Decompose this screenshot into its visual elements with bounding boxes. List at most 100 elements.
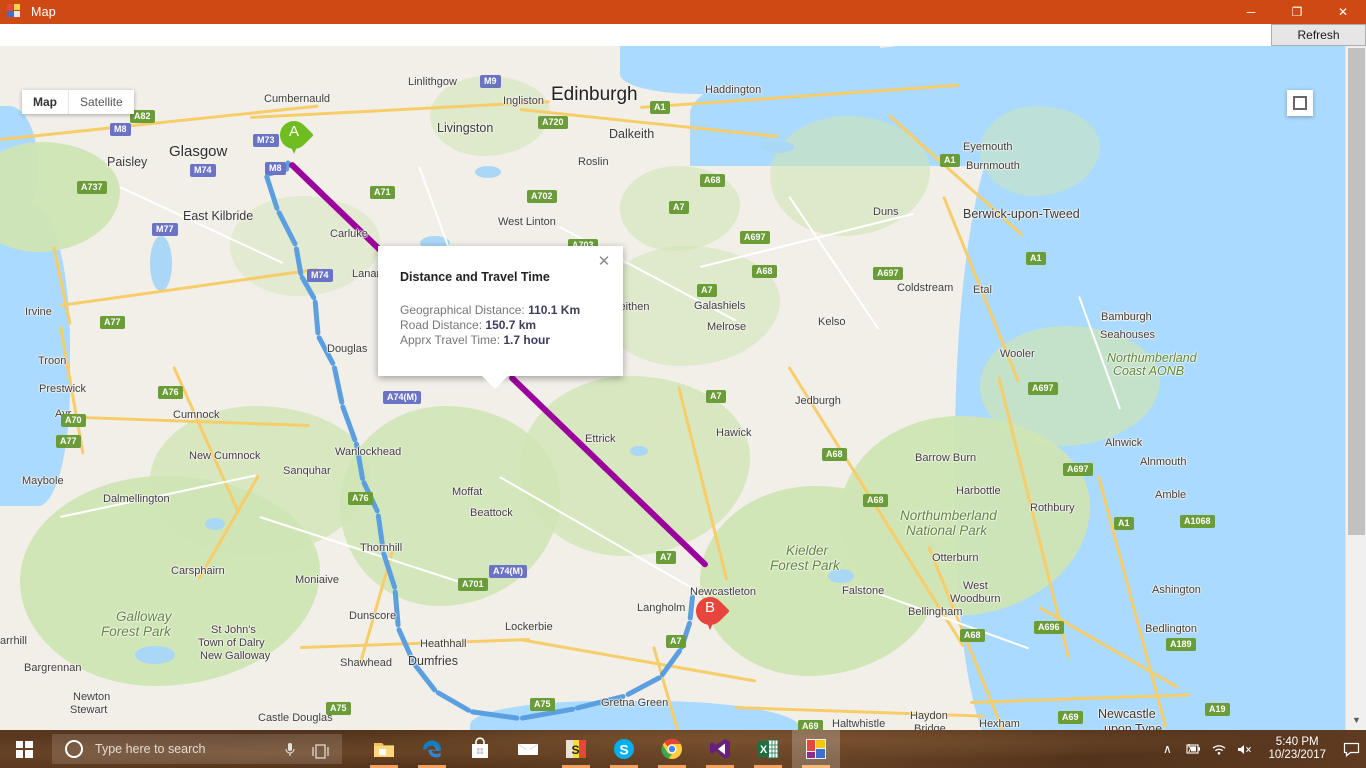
map-place-label: Harbottle [956, 485, 1001, 497]
map-place-label: Duns [873, 206, 899, 218]
route-shield: A74(M) [383, 391, 422, 404]
minimize-button[interactable]: ─ [1228, 0, 1274, 24]
marker-b-label: B [704, 599, 715, 616]
clock[interactable]: 5:40 PM 10/23/2017 [1258, 736, 1336, 762]
taskbar-app-mail[interactable] [504, 730, 552, 768]
map-place-label: Town of Dalry [198, 637, 265, 649]
map-place-label: Moniaive [295, 574, 340, 586]
notification-icon[interactable] [1336, 730, 1366, 768]
info-row: Geographical Distance: 110.1 Km [400, 303, 580, 318]
info-row-value: 1.7 hour [503, 333, 551, 347]
route-shield: A7 [669, 201, 689, 214]
route-shield: A697 [740, 231, 770, 244]
taskbar-app-google-chrome[interactable] [648, 730, 696, 768]
start-button[interactable] [0, 730, 48, 768]
map-place-label: West Linton [498, 216, 556, 228]
route-shield: M77 [152, 223, 178, 236]
route-shield: A77 [100, 316, 125, 329]
map-place-label: Hawick [716, 427, 752, 439]
map-place-label: Jedburgh [795, 395, 841, 407]
folder-icon [374, 743, 394, 757]
task-view-icon[interactable] [311, 744, 330, 759]
taskbar-app-buttons: S S X [360, 730, 840, 768]
scrollbar-thumb[interactable] [1348, 48, 1365, 535]
close-button[interactable]: ✕ [1320, 0, 1366, 24]
map-place-label: Wooler [1000, 348, 1035, 360]
map-place-label: Carluke [330, 228, 368, 240]
cortana-circle-icon [65, 740, 83, 758]
visual-studio-icon [710, 739, 730, 759]
route-shield: A697 [1028, 382, 1058, 395]
maximize-button[interactable]: ❐ [1274, 0, 1320, 24]
map-place-label: Bamburgh [1101, 311, 1152, 323]
map-place-label: Newcastle [1098, 707, 1156, 721]
taskbar-app-excel[interactable]: X [744, 730, 792, 768]
map-place-label: Forest Park [770, 558, 840, 573]
map-type-map[interactable]: Map [22, 90, 68, 114]
map-place-label: Seahouses [1100, 329, 1156, 341]
route-shield: A77 [56, 435, 81, 448]
route-shield: M74 [307, 269, 333, 282]
close-icon[interactable]: ✕ [596, 254, 612, 270]
taskbar-app-microsoft-edge[interactable] [408, 730, 456, 768]
taskbar-app-sticky-notes[interactable]: S [552, 730, 600, 768]
marker-a[interactable]: A [274, 115, 314, 161]
refresh-button[interactable]: Refresh [1271, 24, 1366, 46]
map-place-label: Linlithgow [408, 76, 457, 88]
map-place-label: Edinburgh [551, 84, 638, 105]
map-place-label: Bedlington [1145, 623, 1197, 635]
route-shield: M74 [190, 164, 216, 177]
taskbar-app-skype[interactable]: S [600, 730, 648, 768]
taskbar-app-microsoft-store[interactable] [456, 730, 504, 768]
map-place-label: arrhill [0, 635, 27, 647]
map-place-label: Irvine [25, 306, 52, 318]
microphone-icon[interactable] [283, 742, 297, 758]
route-shield: A70 [61, 414, 86, 427]
scroll-down-arrow-icon[interactable]: ▼ [1346, 710, 1366, 730]
map-place-label: Thornhill [360, 542, 403, 554]
map-app-icon [7, 4, 23, 20]
marker-b[interactable]: B [690, 591, 730, 637]
search-input[interactable]: Type here to search [52, 734, 342, 764]
map-place-label: Gretna Green [601, 697, 669, 709]
map-place-label: Livingston [437, 121, 494, 135]
route-shield: A68 [752, 265, 777, 278]
toolbar-strip [0, 24, 1271, 46]
map-place-label: Barrow Burn [915, 452, 977, 464]
map-place-label: Glasgow [169, 143, 228, 160]
tray-chevron-icon[interactable]: ∧ [1154, 730, 1180, 768]
map-place-label: Falstone [842, 585, 885, 597]
map-place-label: Melrose [707, 321, 747, 333]
fullscreen-icon[interactable] [1287, 90, 1313, 116]
taskbar-app-file-explorer[interactable] [360, 730, 408, 768]
wifi-icon[interactable] [1206, 730, 1232, 768]
battery-icon[interactable] [1180, 730, 1206, 768]
route-shield: A1068 [1180, 515, 1215, 528]
map-place-label: Shawhead [340, 657, 392, 669]
map-viewport[interactable]: A B Cumbernauld Linlithgow Ingliston Edinbu… [0, 46, 1345, 730]
map-place-label: Haltwhistle [832, 718, 886, 730]
edge-icon [423, 740, 441, 758]
map-type-control[interactable]: Map Satellite [22, 90, 134, 114]
route-shield: A76 [348, 492, 373, 505]
map-place-label: Prestwick [39, 383, 87, 395]
map-place-label: Newton [73, 691, 111, 703]
route-shield: A19 [1205, 703, 1230, 716]
map-place-label: Newcastleton [690, 586, 757, 598]
route-shield: M73 [253, 134, 279, 147]
map-place-label: Kelso [818, 316, 846, 328]
map-place-label: Northumberland [1107, 351, 1197, 365]
taskbar-app-visual-studio[interactable] [696, 730, 744, 768]
route-shield: A68 [960, 629, 985, 642]
map-vertical-scrollbar[interactable]: ▼ [1345, 46, 1366, 730]
map-place-label: Roslin [578, 156, 609, 168]
map-place-label: Otterburn [932, 552, 979, 564]
map-type-satellite[interactable]: Satellite [68, 90, 134, 114]
route-shield: A68 [863, 494, 888, 507]
map-canvas[interactable]: A B Cumbernauld Linlithgow Ingliston Edinbu… [0, 46, 1345, 730]
map-place-label: Paisley [107, 155, 148, 169]
taskbar-app-map[interactable] [792, 730, 840, 768]
volume-muted-icon[interactable] [1232, 730, 1258, 768]
map-place-label: Amble [1155, 489, 1187, 501]
envelope-icon [517, 743, 539, 755]
